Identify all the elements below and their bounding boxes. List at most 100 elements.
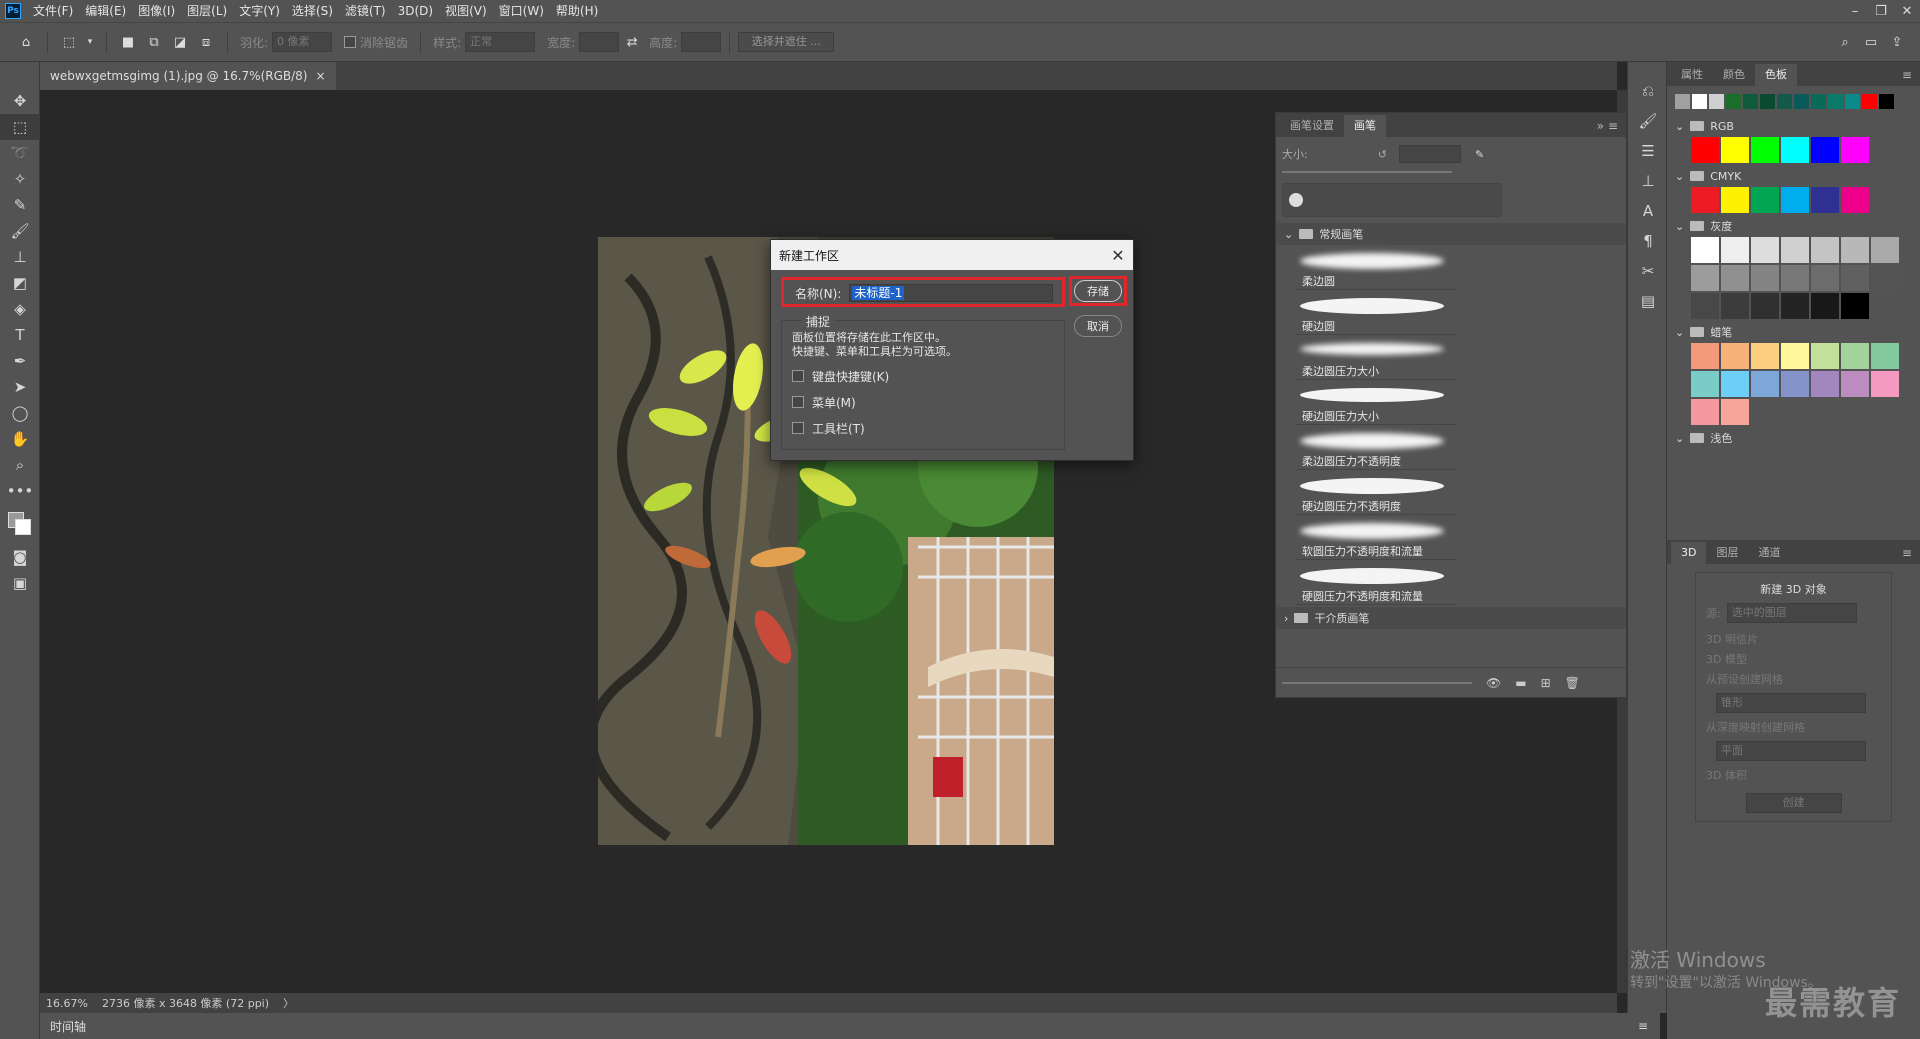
recent-swatch[interactable] — [1743, 94, 1758, 109]
menu-type[interactable]: 文字(Y) — [233, 0, 286, 22]
color-swatch[interactable] — [1721, 371, 1749, 397]
recent-swatch[interactable] — [1692, 94, 1707, 109]
brush-item[interactable]: 柔边圆压力大小 — [1296, 335, 1456, 380]
search-icon[interactable]: ⌕ — [1835, 32, 1855, 52]
color-swatch[interactable] — [1781, 343, 1809, 369]
size-slider[interactable] — [1282, 171, 1452, 173]
cancel-button[interactable]: 取消 — [1074, 315, 1122, 337]
shortcuts-checkbox[interactable]: 键盘快捷键(K) — [782, 363, 1064, 389]
tab-properties[interactable]: 属性 — [1671, 64, 1713, 86]
color-swatch[interactable] — [1871, 371, 1899, 397]
marquee-icon[interactable]: ⬚ — [0, 114, 40, 140]
menu-view[interactable]: 视图(V) — [439, 0, 493, 22]
swatch-group[interactable]: ⌄ RGB — [1667, 115, 1920, 137]
color-swatch[interactable] — [1811, 187, 1839, 213]
color-swatch[interactable] — [1781, 137, 1809, 163]
color-swatch[interactable] — [1781, 265, 1809, 291]
width-input[interactable] — [579, 32, 620, 52]
zoom-level[interactable]: 16.67% — [46, 997, 88, 1010]
document-tab[interactable]: webwxgetmsgimg (1).jpg @ 16.7%(RGB/8) × — [40, 62, 336, 90]
color-swatch[interactable] — [1721, 399, 1749, 425]
panel-menu-icon[interactable]: ≡ — [1902, 64, 1920, 86]
swatch-group[interactable]: ⌄ 浅色 — [1667, 427, 1920, 449]
recent-swatch[interactable] — [1709, 94, 1724, 109]
brush-item[interactable]: 硬边圆 — [1296, 290, 1456, 335]
color-swatch[interactable] — [1841, 237, 1869, 263]
option-preset-mesh[interactable]: 从预设创建网格 — [1706, 671, 1881, 691]
rect-marquee-icon[interactable]: ⬚ — [59, 32, 79, 52]
history-icon[interactable]: ⎌ — [1628, 76, 1668, 106]
brush-settings-icon[interactable]: 🖌 — [1628, 106, 1668, 136]
color-swatch[interactable] — [1781, 293, 1809, 319]
color-swatch[interactable] — [1871, 237, 1899, 263]
brush-item[interactable]: 硬圆压力不透明度和流量 — [1296, 560, 1456, 605]
new-group-icon[interactable]: ▬ — [1515, 676, 1526, 690]
preview-size-slider[interactable] — [1282, 681, 1472, 684]
color-swatch[interactable] — [1751, 371, 1779, 397]
depth-select[interactable]: 平面 — [1716, 741, 1866, 761]
close-window-icon[interactable]: ✕ — [1894, 4, 1920, 19]
tab-brush-settings[interactable]: 画笔设置 — [1280, 115, 1344, 137]
color-swatch[interactable] — [1841, 137, 1869, 163]
eyedropper-icon[interactable]: ✎ — [0, 192, 40, 218]
color-swatch[interactable] — [1751, 293, 1779, 319]
stamp-icon[interactable]: ⊥ — [0, 244, 40, 270]
menu-select[interactable]: 选择(S) — [286, 0, 339, 22]
brush-group-general[interactable]: ⌄ 常规画笔 — [1276, 223, 1626, 245]
option-depth-map[interactable]: 从深度映射创建网格 — [1706, 719, 1881, 739]
color-swatch[interactable] — [1811, 265, 1839, 291]
menu-layer[interactable]: 图层(L) — [181, 0, 233, 22]
color-swatch[interactable] — [1691, 137, 1719, 163]
color-swatch[interactable] — [1811, 371, 1839, 397]
recent-swatch[interactable] — [1726, 94, 1741, 109]
color-swatch[interactable] — [1691, 343, 1719, 369]
antialias-checkbox[interactable] — [344, 36, 357, 48]
size-input[interactable] — [1398, 145, 1461, 163]
share-icon[interactable]: ⇪ — [1887, 32, 1907, 52]
recent-swatch[interactable] — [1777, 94, 1792, 109]
color-swatch[interactable] — [1811, 237, 1839, 263]
color-swatch[interactable] — [1721, 237, 1749, 263]
preset-select[interactable]: 锥形 — [1716, 693, 1866, 713]
chevron-down-icon[interactable]: ▾ — [85, 32, 95, 52]
menu-file[interactable]: 文件(F) — [27, 0, 79, 22]
restore-icon[interactable]: ❐ — [1868, 4, 1894, 19]
menu-window[interactable]: 窗口(W) — [493, 0, 550, 22]
toolbar-checkbox[interactable]: 工具栏(T) — [782, 415, 1064, 441]
color-swatch[interactable] — [1871, 343, 1899, 369]
intersect-selection-icon[interactable]: ⧈ — [196, 32, 216, 52]
recent-swatch[interactable] — [1760, 94, 1775, 109]
color-swatch[interactable] — [1841, 343, 1869, 369]
paint-bucket-icon[interactable]: ◈ — [0, 296, 40, 322]
select-mask-button[interactable]: 选择并遮住 ... — [738, 32, 835, 52]
home-icon[interactable]: ⌂ — [16, 32, 36, 52]
swatch-group[interactable]: ⌄ 蜡笔 — [1667, 321, 1920, 343]
brush-item[interactable]: 柔边圆压力不透明度 — [1296, 425, 1456, 470]
recent-swatch[interactable] — [1828, 94, 1843, 109]
color-swatch[interactable] — [1751, 265, 1779, 291]
color-swatch[interactable] — [1691, 399, 1719, 425]
color-swatch[interactable] — [1751, 237, 1779, 263]
color-swatch[interactable] — [1691, 371, 1719, 397]
color-swatch[interactable] — [1871, 265, 1899, 291]
brush-item[interactable]: 硬边圆压力不透明度 — [1296, 470, 1456, 515]
color-swatch[interactable] — [1781, 187, 1809, 213]
menus-checkbox[interactable]: 菜单(M) — [782, 389, 1064, 415]
height-input[interactable] — [681, 32, 722, 52]
color-swatch[interactable] — [1751, 187, 1779, 213]
swatch-group[interactable]: ⌄ 灰度 — [1667, 215, 1920, 237]
subtract-selection-icon[interactable]: ◪ — [170, 32, 190, 52]
save-button[interactable]: 存储 — [1074, 280, 1122, 302]
trash-icon[interactable]: 🗑 — [1565, 676, 1580, 690]
panel-menu-icon[interactable]: » ≡ — [1597, 115, 1626, 137]
name-input[interactable]: 未标题-1 — [852, 286, 905, 300]
option-model[interactable]: 3D 模型 — [1706, 651, 1881, 671]
brush-edit-icon[interactable]: ✎ — [1475, 148, 1484, 161]
color-swatch[interactable] — [1841, 371, 1869, 397]
recent-swatch[interactable] — [1675, 94, 1690, 109]
recent-swatch[interactable] — [1794, 94, 1809, 109]
minimize-icon[interactable]: – — [1842, 4, 1868, 19]
close-icon[interactable]: ✕ — [1103, 246, 1133, 265]
eraser-icon[interactable]: ◩ — [0, 270, 40, 296]
color-swatch[interactable] — [1841, 293, 1869, 319]
